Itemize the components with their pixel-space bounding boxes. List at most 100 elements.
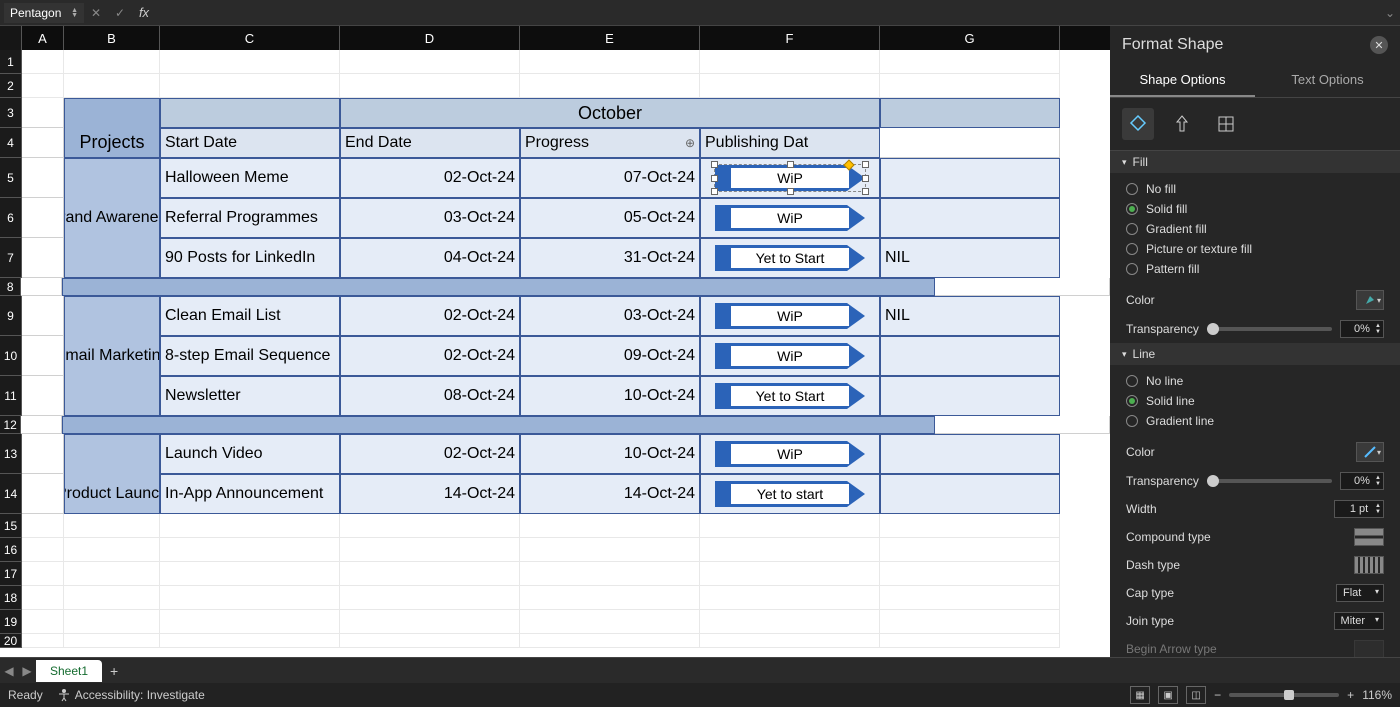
col-header[interactable]: E xyxy=(520,26,700,50)
fill-line-icon[interactable] xyxy=(1122,108,1154,140)
task-cell[interactable]: 8-step Email Sequence xyxy=(160,336,340,376)
cap-type-select[interactable]: Flat xyxy=(1336,584,1384,602)
row-header[interactable]: 11 xyxy=(0,376,22,416)
fill-transparency-slider[interactable] xyxy=(1207,327,1332,331)
task-cell[interactable]: 90 Posts for LinkedIn xyxy=(160,238,340,278)
row-header[interactable]: 20 xyxy=(0,634,22,648)
size-properties-icon[interactable] xyxy=(1210,108,1242,140)
fill-color-button[interactable] xyxy=(1356,290,1384,310)
row-header[interactable]: 4 xyxy=(0,128,22,158)
select-all-corner[interactable] xyxy=(0,26,22,50)
fill-transparency-value[interactable]: 0%▲▼ xyxy=(1340,320,1384,338)
date-cell[interactable]: 02-Oct-24 xyxy=(340,336,520,376)
row-header[interactable]: 8 xyxy=(0,278,21,296)
row-header[interactable]: 12 xyxy=(0,416,21,434)
name-box-spinner[interactable]: ▲▼ xyxy=(71,8,78,18)
row-header[interactable]: 15 xyxy=(0,514,22,538)
close-panel-icon[interactable]: ✕ xyxy=(1370,36,1388,54)
row-header[interactable]: 6 xyxy=(0,198,22,238)
zoom-value[interactable]: 116% xyxy=(1362,688,1392,702)
progress-cell[interactable]: WiP xyxy=(700,336,880,376)
row-header[interactable]: 14 xyxy=(0,474,22,514)
progress-cell[interactable]: Yet to Start xyxy=(700,376,880,416)
line-option-solid[interactable]: Solid line xyxy=(1126,391,1384,411)
cell[interactable] xyxy=(160,50,340,74)
date-cell[interactable]: 14-Oct-24 xyxy=(520,474,700,514)
zoom-slider[interactable] xyxy=(1229,693,1339,697)
row-header[interactable]: 19 xyxy=(0,610,22,634)
cell[interactable] xyxy=(340,50,520,74)
name-box[interactable]: Pentagon ▲▼ xyxy=(4,3,84,23)
cell[interactable] xyxy=(700,50,880,74)
date-cell[interactable]: 10-Oct-24 xyxy=(520,376,700,416)
tab-nav-prev[interactable]: ◀ xyxy=(0,664,18,678)
separator-row[interactable] xyxy=(62,416,935,434)
task-cell[interactable]: Launch Video xyxy=(160,434,340,474)
row-header[interactable]: 3 xyxy=(0,98,22,128)
date-cell[interactable]: 09-Oct-24 xyxy=(520,336,700,376)
row-header[interactable]: 13 xyxy=(0,434,22,474)
tab-nav-next[interactable]: ▶ xyxy=(18,664,36,678)
date-cell[interactable]: 05-Oct-24 xyxy=(520,198,700,238)
project-name[interactable]: Email Marketing xyxy=(64,336,160,376)
progress-cell[interactable]: Yet to start xyxy=(700,474,880,514)
accessibility-button[interactable]: Accessibility: Investigate xyxy=(57,688,205,702)
publish-cell[interactable] xyxy=(880,434,1060,474)
progress-cell[interactable]: WiP xyxy=(700,198,880,238)
project-name[interactable]: Product Launch xyxy=(64,474,160,514)
row-header[interactable]: 7 xyxy=(0,238,22,278)
project-name[interactable] xyxy=(64,296,160,336)
row-header[interactable]: 2 xyxy=(0,74,22,98)
line-option-gradient[interactable]: Gradient line xyxy=(1126,411,1384,431)
progress-shape[interactable]: Yet to Start xyxy=(715,245,865,271)
col-header[interactable]: F xyxy=(700,26,880,50)
project-name[interactable] xyxy=(64,376,160,416)
task-cell[interactable]: Newsletter xyxy=(160,376,340,416)
task-cell[interactable]: Clean Email List xyxy=(160,296,340,336)
progress-shape[interactable]: Yet to Start xyxy=(715,383,865,409)
cell[interactable] xyxy=(880,50,1060,74)
progress-shape[interactable]: WiP xyxy=(715,303,865,329)
row-header[interactable]: 1 xyxy=(0,50,22,74)
task-cell[interactable]: In-App Announcement xyxy=(160,474,340,514)
project-name[interactable]: Brand Awareness xyxy=(64,198,160,238)
task-cell[interactable]: Halloween Meme xyxy=(160,158,340,198)
col-header[interactable]: C xyxy=(160,26,340,50)
progress-cell[interactable]: WiP xyxy=(700,434,880,474)
progress-shape[interactable]: WiP xyxy=(715,441,865,467)
row-header[interactable]: 17 xyxy=(0,562,22,586)
separator-row[interactable] xyxy=(62,278,935,296)
start-date-header[interactable]: Start Date xyxy=(160,128,340,158)
cell[interactable] xyxy=(22,98,64,128)
fill-option-no-fill[interactable]: No fill xyxy=(1126,179,1384,199)
date-cell[interactable]: 03-Oct-24 xyxy=(340,198,520,238)
date-cell[interactable]: 07-Oct-24 xyxy=(520,158,700,198)
date-cell[interactable]: 08-Oct-24 xyxy=(340,376,520,416)
projects-header-label[interactable]: Projects xyxy=(64,128,160,158)
fill-option-gradient[interactable]: Gradient fill xyxy=(1126,219,1384,239)
project-name[interactable] xyxy=(64,238,160,278)
line-width-value[interactable]: 1 pt▲▼ xyxy=(1334,500,1384,518)
view-normal-icon[interactable]: ▦ xyxy=(1130,686,1150,704)
date-cell[interactable]: 02-Oct-24 xyxy=(340,158,520,198)
project-name[interactable] xyxy=(64,158,160,198)
col-header[interactable]: G xyxy=(880,26,1060,50)
publish-cell[interactable] xyxy=(880,158,1060,198)
publish-cell[interactable] xyxy=(880,376,1060,416)
zoom-out-button[interactable]: − xyxy=(1214,688,1221,702)
line-section-header[interactable]: ▾Line xyxy=(1110,343,1400,365)
progress-shape[interactable]: WiP xyxy=(715,205,865,231)
date-cell[interactable]: 03-Oct-24 xyxy=(520,296,700,336)
progress-cell[interactable]: Yet to Start xyxy=(700,238,880,278)
task-cell[interactable]: Referral Programmes xyxy=(160,198,340,238)
row-header[interactable]: 9 xyxy=(0,296,22,336)
publish-header[interactable]: Publishing Dat xyxy=(700,128,880,158)
line-color-button[interactable] xyxy=(1356,442,1384,462)
month-header[interactable]: October xyxy=(340,98,880,128)
cell[interactable] xyxy=(64,50,160,74)
compound-type-button[interactable] xyxy=(1354,528,1384,546)
progress-shape[interactable]: Yet to start xyxy=(715,481,865,507)
publish-cell[interactable]: NIL xyxy=(880,238,1060,278)
publish-cell[interactable] xyxy=(880,198,1060,238)
col-header[interactable]: B xyxy=(64,26,160,50)
